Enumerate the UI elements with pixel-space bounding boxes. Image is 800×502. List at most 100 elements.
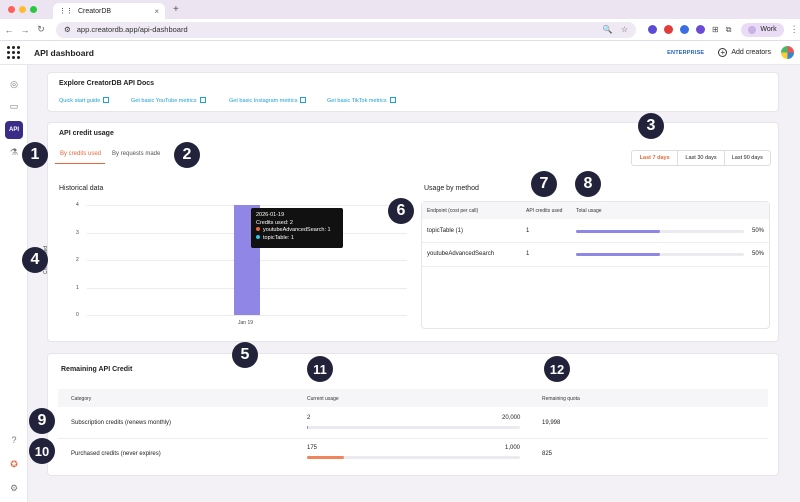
favicon-grid-icon: ⋮⋮ bbox=[59, 8, 73, 15]
extension-icon[interactable] bbox=[696, 25, 705, 34]
link-label: Quick start guide bbox=[59, 98, 101, 104]
external-link-icon bbox=[389, 97, 396, 103]
extension-icon[interactable] bbox=[680, 25, 689, 34]
y-tick-label: 0 bbox=[76, 312, 79, 318]
active-tab-underline bbox=[55, 163, 105, 164]
table-cell-credits: 1 bbox=[526, 251, 530, 257]
zoom-icon[interactable]: 🔍 bbox=[603, 25, 613, 34]
table-cell-endpoint: topicTable (1) bbox=[427, 228, 464, 234]
table-cell-category: Subscription credits (renews monthly) bbox=[71, 420, 172, 426]
avatar[interactable] bbox=[781, 46, 794, 59]
quota-bar-fill bbox=[307, 456, 345, 459]
link-label: Get basic Instagram metrics bbox=[229, 98, 298, 104]
row-divider bbox=[422, 242, 769, 243]
date-range-selector: Last 7 days Last 30 days Last 90 days bbox=[631, 150, 771, 166]
plan-badge: ENTERPRISE bbox=[667, 49, 705, 56]
table-cell-endpoint: youtubeAdvancedSearch bbox=[427, 251, 495, 257]
annotation-marker: 12 bbox=[544, 356, 570, 382]
annotation-marker: 5 bbox=[232, 342, 258, 368]
chat-icon[interactable]: ✪ bbox=[7, 457, 21, 471]
range-last-90-days[interactable]: Last 90 days bbox=[725, 151, 770, 165]
add-creators-button[interactable]: + Add creators bbox=[718, 48, 771, 57]
docs-link-instagram[interactable]: Get basic Instagram metrics bbox=[229, 97, 307, 104]
y-tick-label: 3 bbox=[76, 229, 79, 236]
y-tick-label: 4 bbox=[76, 202, 79, 208]
profile-label: Work bbox=[760, 26, 777, 33]
table-cell-usage: 50% bbox=[752, 251, 765, 257]
tooltip-credits: Credits used: 2 bbox=[256, 219, 293, 226]
api-docs-card bbox=[47, 72, 779, 112]
address-bar-row: ← → ↻ ⚙ app.creatordb.app/api-dashboard … bbox=[0, 19, 800, 41]
tooltip-line: youtubeAdvancedSearch: 1 bbox=[263, 227, 331, 233]
app-launcher-icon[interactable] bbox=[7, 45, 21, 60]
extension-icon[interactable] bbox=[664, 25, 673, 34]
annotation-marker: 3 bbox=[638, 113, 664, 139]
close-tab-icon[interactable]: × bbox=[154, 7, 159, 16]
legend-dot-icon bbox=[256, 227, 260, 231]
table-cell-used: 175 bbox=[307, 445, 318, 451]
extension-grid-icon[interactable]: ⊞ bbox=[712, 25, 719, 34]
close-window-button[interactable] bbox=[8, 6, 15, 13]
table-cell-total: 20,000 bbox=[502, 415, 521, 421]
help-icon[interactable]: ? bbox=[7, 433, 21, 447]
browser-tab[interactable]: ⋮⋮ CreatorDB × bbox=[53, 3, 165, 19]
add-creators-label: Add creators bbox=[731, 49, 771, 56]
table-cell-used: 2 bbox=[307, 415, 311, 421]
url-field[interactable]: ⚙ app.creatordb.app/api-dashboard 🔍 ☆ bbox=[56, 21, 636, 38]
row-divider bbox=[422, 266, 769, 267]
annotation-marker: 2 bbox=[174, 142, 200, 168]
link-label: Get basic YouTube metrics bbox=[131, 98, 197, 104]
column-header: Total usage bbox=[576, 208, 602, 214]
tab-by-requests-made[interactable]: By requests made bbox=[112, 151, 160, 157]
extension-icon[interactable] bbox=[648, 25, 657, 34]
profile-icon bbox=[748, 25, 757, 34]
folder-icon[interactable]: ▭ bbox=[7, 99, 21, 113]
range-last-7-days[interactable]: Last 7 days bbox=[632, 151, 679, 165]
lab-icon[interactable]: ⚗ bbox=[7, 145, 21, 159]
settings-gear-icon[interactable]: ⚙ bbox=[7, 481, 21, 495]
column-header: API credits used bbox=[526, 208, 563, 214]
tooltip-date: 2026-01-19 bbox=[256, 212, 285, 218]
table-cell-total: 1,000 bbox=[505, 445, 521, 451]
x-tick-label: Jan 19 bbox=[238, 320, 254, 326]
docs-link-quick-start[interactable]: Quick start guide bbox=[59, 97, 110, 104]
docs-link-tiktok[interactable]: Get basic TikTok metrics bbox=[327, 97, 396, 104]
url-text: app.creatordb.app/api-dashboard bbox=[76, 25, 188, 34]
range-last-30-days[interactable]: Last 30 days bbox=[678, 151, 725, 165]
table-cell-credits: 1 bbox=[526, 228, 530, 234]
zoom-window-button[interactable] bbox=[30, 6, 37, 13]
column-header: Endpoint (cost per call) bbox=[427, 208, 479, 214]
table-cell-usage: 50% bbox=[752, 228, 765, 234]
plus-icon: + bbox=[718, 48, 728, 57]
back-icon[interactable]: ← bbox=[2, 25, 16, 35]
row-divider bbox=[58, 438, 768, 439]
site-info-icon[interactable]: ⚙ bbox=[64, 25, 71, 34]
globe-icon[interactable]: ◎ bbox=[7, 77, 21, 91]
browser-menu-icon[interactable]: ⋮ bbox=[790, 24, 799, 35]
table-cell-category: Purchased credits (never expires) bbox=[71, 451, 161, 457]
column-header: Remaining quota bbox=[542, 396, 580, 402]
chart-tooltip: 2026-01-19 Credits used: 2 youtubeAdvanc… bbox=[251, 208, 343, 248]
docs-link-youtube[interactable]: Get basic YouTube metrics bbox=[131, 97, 206, 104]
link-label: Get basic TikTok metrics bbox=[327, 98, 387, 104]
extensions-puzzle-icon[interactable]: ⧉ bbox=[726, 25, 732, 35]
profile-button[interactable]: Work bbox=[741, 22, 784, 37]
reload-icon[interactable]: ↻ bbox=[34, 24, 48, 35]
bookmark-star-icon[interactable]: ☆ bbox=[621, 25, 628, 34]
tab-by-credits-used[interactable]: By credits used bbox=[60, 151, 101, 157]
annotation-marker: 8 bbox=[575, 171, 601, 197]
external-link-icon bbox=[103, 97, 110, 103]
historical-data-title: Historical data bbox=[59, 185, 104, 192]
tooltip-line: topicTable: 1 bbox=[263, 234, 294, 241]
chart-gridline bbox=[87, 315, 407, 316]
usage-bar-fill bbox=[576, 253, 660, 256]
minimize-window-button[interactable] bbox=[19, 6, 26, 13]
forward-icon[interactable]: → bbox=[18, 25, 32, 35]
new-tab-button[interactable]: + bbox=[173, 4, 179, 15]
usage-by-method-title: Usage by method bbox=[424, 185, 479, 192]
sidebar-item-api[interactable]: API bbox=[5, 121, 23, 139]
extensions-bar: ⊞ ⧉ bbox=[648, 25, 731, 35]
annotation-marker: 7 bbox=[531, 171, 557, 197]
credit-usage-title: API credit usage bbox=[59, 130, 114, 137]
annotation-marker: 9 bbox=[29, 408, 55, 434]
